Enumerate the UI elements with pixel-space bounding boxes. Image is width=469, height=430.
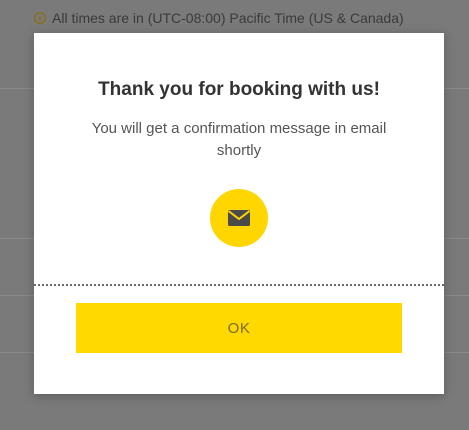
dialog-title: Thank you for booking with us! (98, 79, 380, 100)
info-icon: i (34, 12, 46, 24)
booking-confirmation-dialog: Thank you for booking with us! You will … (34, 33, 444, 394)
background-divider (0, 238, 34, 239)
dialog-divider (34, 284, 444, 286)
background-divider (0, 88, 34, 89)
ok-button[interactable]: OK (76, 303, 402, 353)
dialog-message: You will get a confirmation message in e… (91, 120, 387, 159)
background-divider (444, 295, 469, 296)
envelope-icon-badge (210, 189, 268, 247)
background-divider (0, 352, 34, 353)
background-divider (444, 238, 469, 239)
envelope-icon (227, 210, 251, 226)
background-divider (444, 88, 469, 89)
background-divider (0, 295, 34, 296)
timezone-notice-text: All times are in (UTC-08:00) Pacific Tim… (52, 10, 404, 26)
background-divider (444, 352, 469, 353)
timezone-notice: i All times are in (UTC-08:00) Pacific T… (34, 6, 404, 30)
